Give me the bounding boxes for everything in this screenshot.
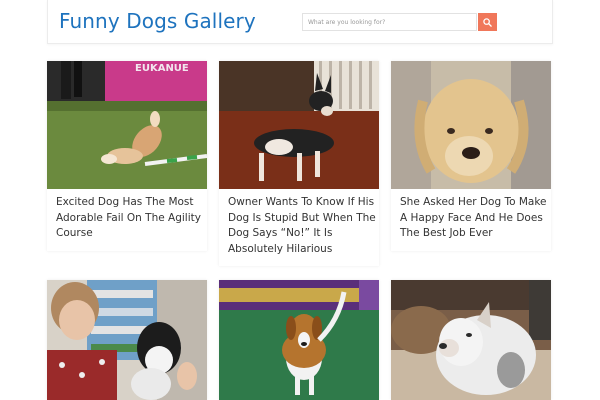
post-card[interactable] [391, 280, 551, 400]
post-thumbnail[interactable] [47, 280, 207, 400]
post-thumbnail[interactable] [391, 61, 551, 189]
search-button[interactable] [478, 13, 497, 31]
post-title[interactable]: She Asked Her Dog To Make A Happy Face A… [400, 195, 548, 242]
post-card[interactable]: She Asked Her Dog To Make A Happy Face A… [391, 61, 551, 251]
post-thumbnail[interactable] [219, 61, 379, 189]
post-card[interactable] [219, 280, 379, 400]
post-card[interactable]: Owner Wants To Know If His Dog Is Stupid… [219, 61, 379, 266]
post-thumbnail[interactable] [219, 280, 379, 400]
post-card[interactable]: EUKANUE Excited Dog Has The Most Adorabl… [47, 61, 207, 251]
search-input[interactable] [302, 13, 477, 31]
post-thumbnail[interactable] [391, 280, 551, 400]
svg-text:EUKANUE: EUKANUE [135, 63, 189, 74]
post-thumbnail[interactable]: EUKANUE [47, 61, 207, 189]
post-card[interactable] [47, 280, 207, 400]
search-icon [483, 17, 492, 27]
post-title[interactable]: Owner Wants To Know If His Dog Is Stupid… [228, 195, 376, 258]
site-title[interactable]: Funny Dogs Gallery [59, 9, 256, 33]
site-header: Funny Dogs Gallery [47, 0, 553, 44]
post-title[interactable]: Excited Dog Has The Most Adorable Fail O… [56, 195, 204, 242]
